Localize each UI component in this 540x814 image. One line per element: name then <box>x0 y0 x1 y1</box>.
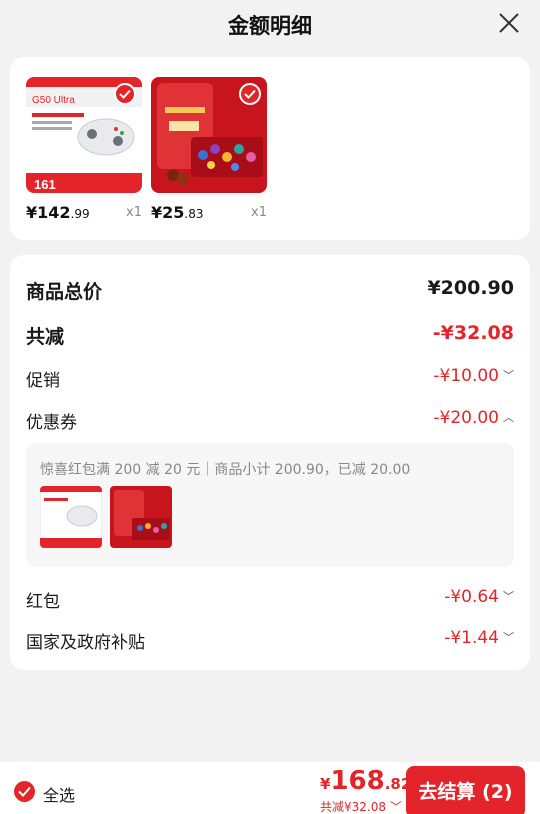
checkout-bar: 全选 ¥168.82 共减¥32.08 ﹀ 去结算 (2) <box>0 762 540 814</box>
candy-product-image <box>151 77 267 193</box>
total-saved[interactable]: 共减¥32.08 ﹀ <box>320 798 402 814</box>
row-subsidy[interactable]: 国家及政府补贴 -¥1.44 ﹀ <box>26 628 514 654</box>
checkout-button[interactable]: 去结算 (2) <box>406 766 525 814</box>
price-detail-card: 商品总价 ¥200.90 共减 -¥32.08 促销 -¥10.00 ﹀ 优惠券 … <box>10 255 530 670</box>
checkmark-icon[interactable] <box>239 83 261 105</box>
subsidy-label: 国家及政府补贴 <box>26 633 145 653</box>
subsidy-value: -¥1.44 ﹀ <box>444 628 514 648</box>
total-value: ¥200.90 <box>427 277 514 299</box>
total-payable: ¥168.82 <box>320 766 412 796</box>
select-all-checkbox[interactable] <box>14 781 35 802</box>
thumb-badge: 161 <box>34 177 56 192</box>
row-coupon[interactable]: 优惠券 -¥20.00 ︿ <box>26 408 514 434</box>
discount-value: -¥32.08 <box>432 322 514 344</box>
coupon-detail-box: 惊喜红包满 200 减 20 元｜商品小计 200.90，已减 20.00 <box>26 443 514 567</box>
product-item-candy[interactable]: ¥25.83 x1 <box>151 77 267 222</box>
row-discount: 共减 -¥32.08 <box>26 322 514 348</box>
row-redpacket[interactable]: 红包 -¥0.64 ﹀ <box>26 587 514 613</box>
product-qty: x1 <box>251 205 267 220</box>
chevron-down-icon[interactable]: ﹀ <box>503 629 514 645</box>
product-qty: x1 <box>126 205 142 220</box>
product-item-controller[interactable]: G50 Ultra 161 ¥142.99 x1 <box>26 77 142 222</box>
discount-label: 共减 <box>26 326 65 348</box>
chevron-up-icon[interactable]: ︿ <box>503 409 514 425</box>
checkmark-icon[interactable] <box>114 83 136 105</box>
coupon-item-candy-thumb <box>110 486 172 548</box>
page-title: 金额明细 <box>228 14 312 38</box>
select-all-label[interactable]: 全选 <box>43 782 75 806</box>
products-card: G50 Ultra 161 ¥142.99 x1 ¥25.83 x1 <box>10 57 530 240</box>
close-icon[interactable] <box>498 12 520 34</box>
thumb-title: G50 Ultra <box>32 95 75 106</box>
promo-label: 促销 <box>26 371 60 391</box>
coupon-value: -¥20.00 ︿ <box>433 408 514 428</box>
product-price: ¥25.83 <box>151 203 204 222</box>
modal-header: 金额明细 <box>0 0 540 50</box>
chevron-down-icon: ﹀ <box>386 800 402 814</box>
coupon-item-controller-thumb <box>40 486 102 548</box>
controller-product-image: G50 Ultra 161 <box>26 77 142 193</box>
row-promo[interactable]: 促销 -¥10.00 ﹀ <box>26 366 514 392</box>
promo-value: -¥10.00 ﹀ <box>433 366 514 386</box>
product-price: ¥142.99 <box>26 203 90 222</box>
redpacket-label: 红包 <box>26 592 60 612</box>
coupon-description: 惊喜红包满 200 减 20 元｜商品小计 200.90，已减 20.00 <box>40 462 411 478</box>
redpacket-value: -¥0.64 ﹀ <box>444 587 514 607</box>
total-label: 商品总价 <box>26 281 103 303</box>
coupon-label: 优惠券 <box>26 413 77 433</box>
row-total: 商品总价 ¥200.90 <box>26 277 514 303</box>
chevron-down-icon[interactable]: ﹀ <box>503 588 514 604</box>
chevron-down-icon[interactable]: ﹀ <box>503 367 514 383</box>
